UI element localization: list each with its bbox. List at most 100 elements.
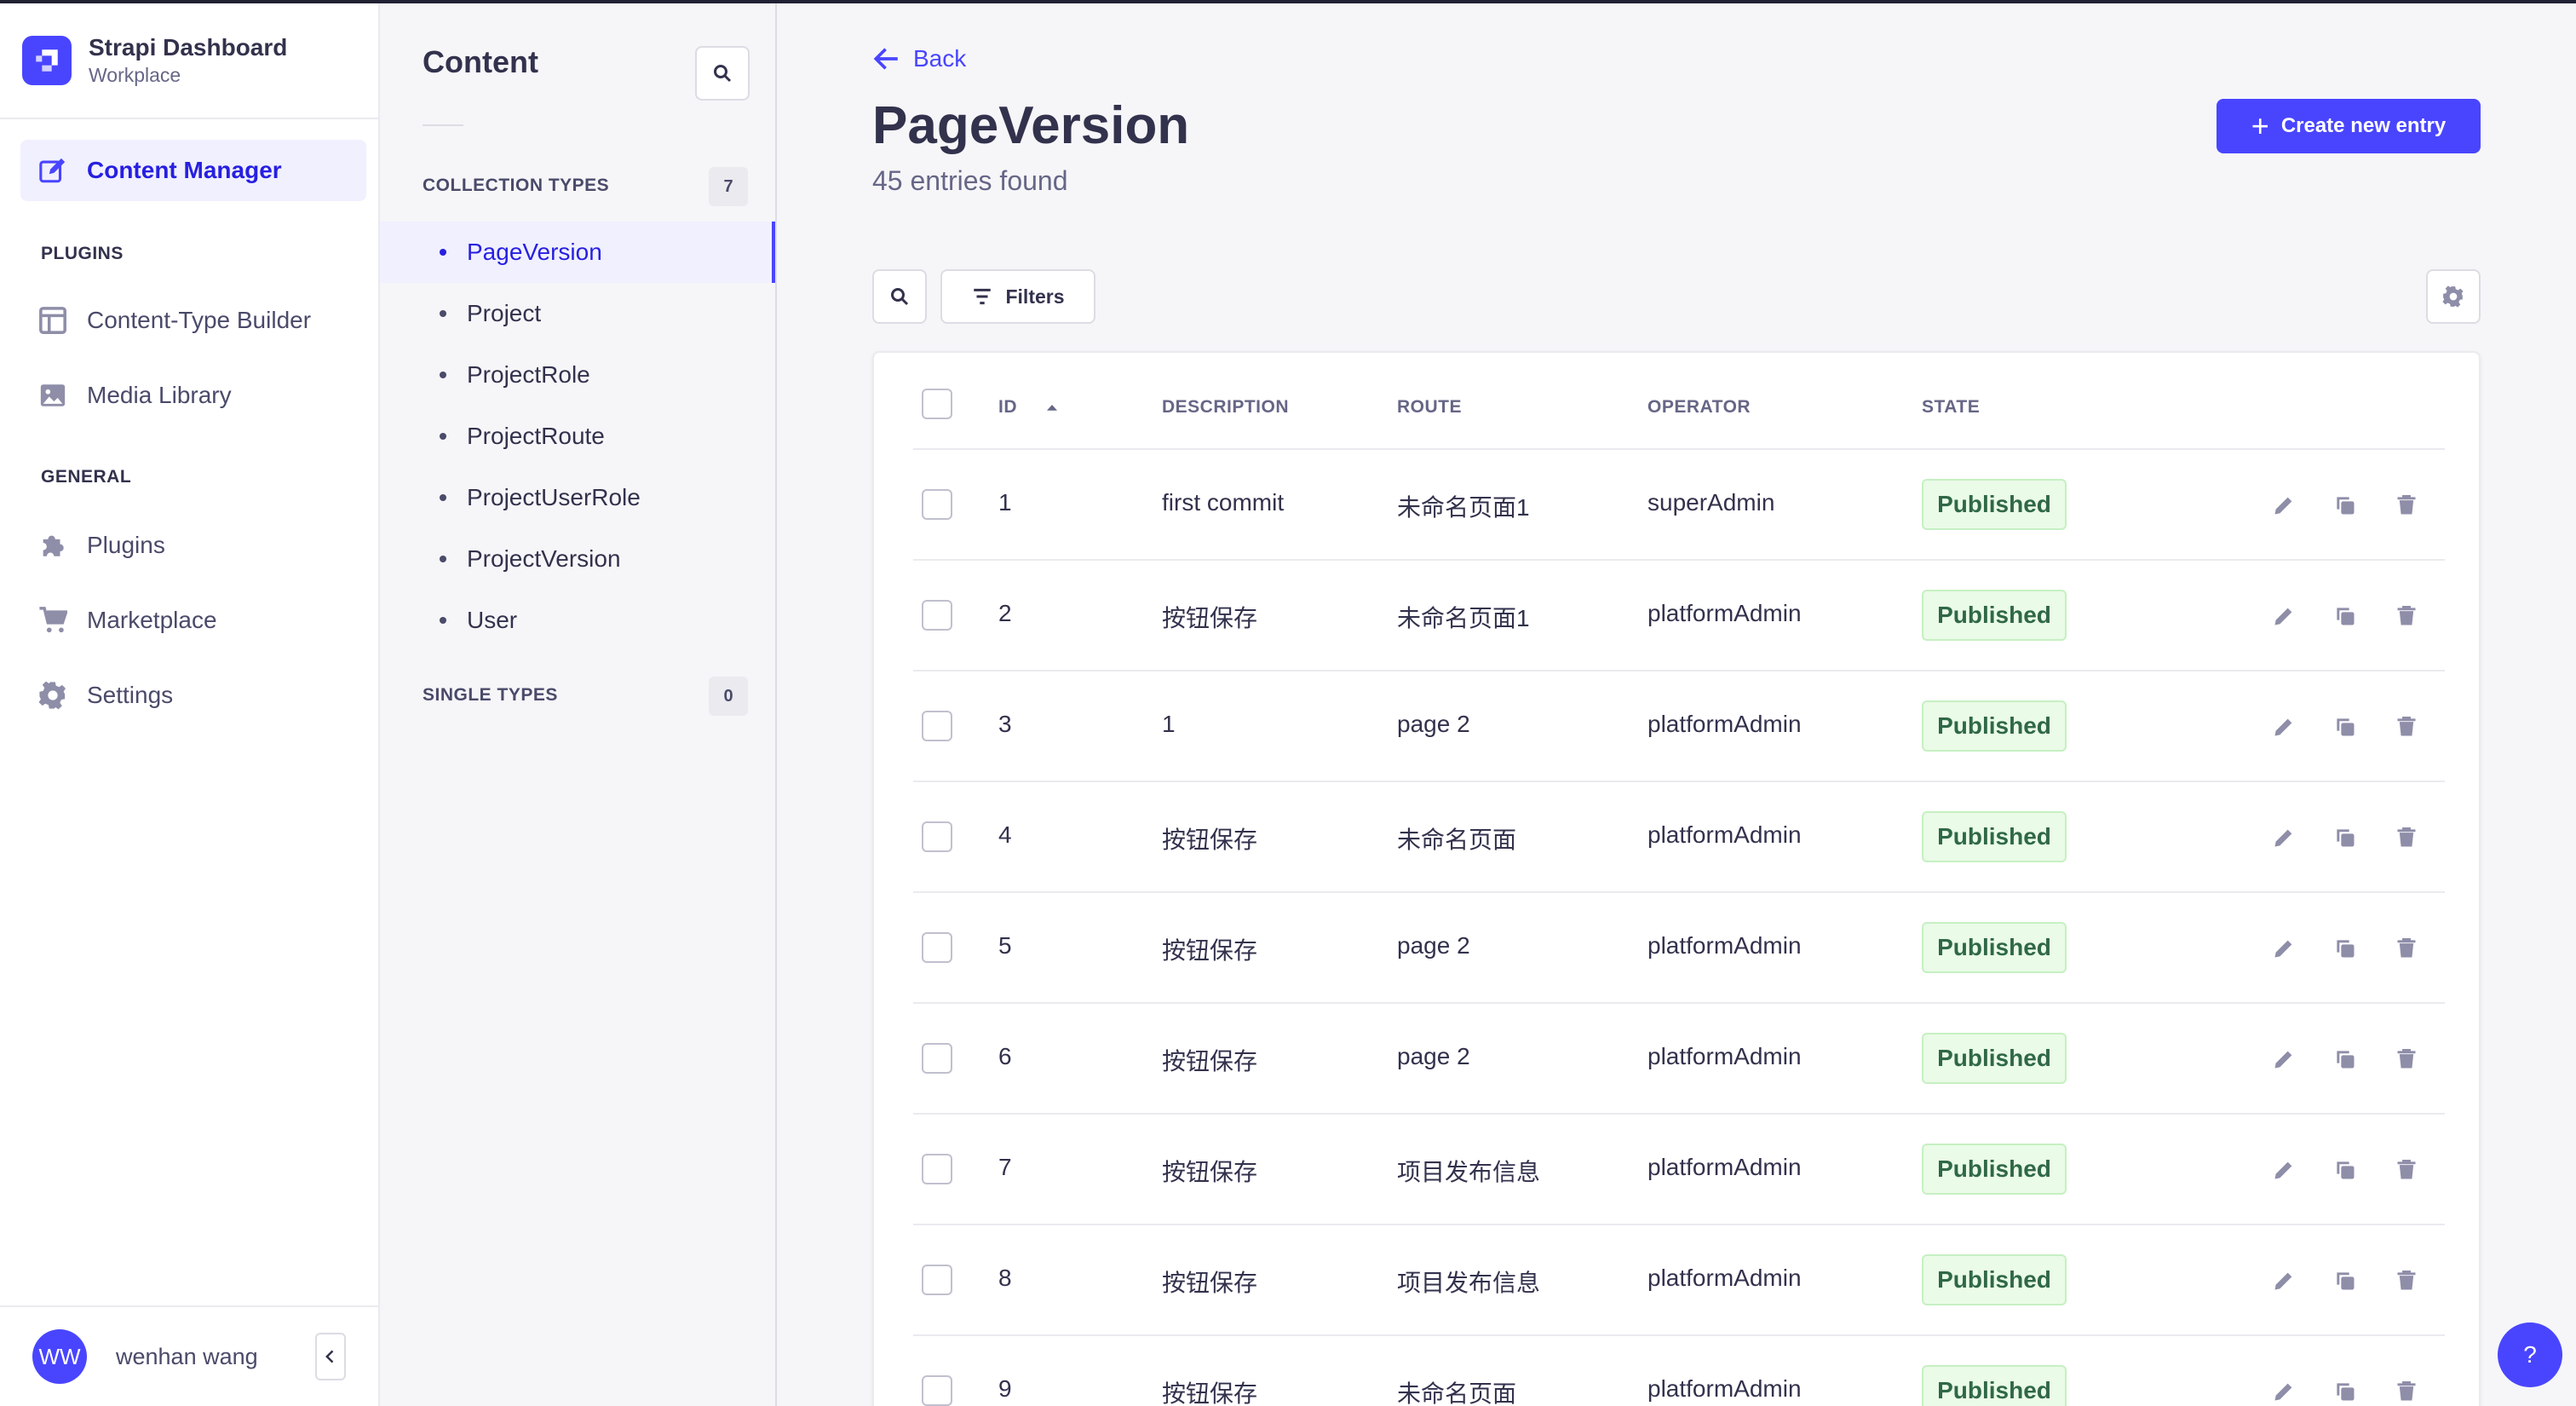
table-row[interactable]: 4 按钮保存 未命名页面 platformAdmin Published xyxy=(913,781,2445,891)
brand-subtitle: Workplace xyxy=(89,64,181,86)
subnav-item-project[interactable]: Project xyxy=(380,283,775,344)
row-checkbox[interactable] xyxy=(922,711,952,741)
row-checkbox[interactable] xyxy=(922,821,952,852)
bullet-icon xyxy=(440,372,446,378)
cell-id: 6 xyxy=(998,1043,1012,1069)
cell-operator: platformAdmin xyxy=(1647,1375,1802,1402)
edit-icon[interactable] xyxy=(2269,1045,2298,1074)
status-badge: Published xyxy=(1922,811,2067,862)
avatar[interactable]: WW xyxy=(32,1329,87,1384)
cell-description: 按钮保存 xyxy=(1162,1048,1258,1075)
nav-content-manager-label: Content Manager xyxy=(87,157,282,183)
duplicate-icon[interactable] xyxy=(2331,1266,2360,1295)
layout-icon xyxy=(37,305,68,336)
puzzle-icon xyxy=(37,530,68,561)
row-checkbox[interactable] xyxy=(922,1043,952,1074)
edit-icon[interactable] xyxy=(2269,712,2298,741)
row-checkbox[interactable] xyxy=(922,489,952,520)
gear-icon xyxy=(2442,285,2464,308)
row-checkbox[interactable] xyxy=(922,1375,952,1406)
table-row[interactable]: 3 1 page 2 platformAdmin Published xyxy=(913,670,2445,781)
edit-icon[interactable] xyxy=(2269,1266,2298,1295)
table-row[interactable]: 9 按钮保存 未命名页面 platformAdmin Published xyxy=(913,1334,2445,1406)
subnav-item-projectversion[interactable]: ProjectVersion xyxy=(380,528,775,590)
table-row[interactable]: 8 按钮保存 项目发布信息 platformAdmin Published xyxy=(913,1224,2445,1334)
main-navigation: Strapi Dashboard Workplace Content Manag… xyxy=(0,3,380,1406)
nav-marketplace[interactable]: Marketplace xyxy=(20,590,366,651)
delete-icon[interactable] xyxy=(2392,712,2421,741)
column-header-route[interactable]: ROUTE xyxy=(1397,397,1462,418)
cell-route: 未命名页面 xyxy=(1397,827,1517,853)
duplicate-icon[interactable] xyxy=(2331,712,2360,741)
select-all-checkbox[interactable] xyxy=(922,389,952,419)
subnav-item-projectroute[interactable]: ProjectRoute xyxy=(380,406,775,467)
status-badge: Published xyxy=(1922,700,2067,752)
edit-icon[interactable] xyxy=(2269,1377,2298,1406)
cell-operator: superAdmin xyxy=(1647,489,1775,516)
cell-id: 2 xyxy=(998,600,1012,626)
create-new-entry-button[interactable]: + Create new entry xyxy=(2217,99,2481,153)
edit-icon[interactable] xyxy=(2269,491,2298,520)
plugins-heading: PLUGINS xyxy=(41,244,124,263)
cell-id: 3 xyxy=(998,711,1012,737)
filters-button[interactable]: Filters xyxy=(940,269,1095,324)
subnav-item-projectrole[interactable]: ProjectRole xyxy=(380,344,775,406)
duplicate-icon[interactable] xyxy=(2331,823,2360,852)
delete-icon[interactable] xyxy=(2392,1377,2421,1406)
delete-icon[interactable] xyxy=(2392,1045,2421,1074)
image-icon xyxy=(37,380,68,411)
user-name: wenhan wang xyxy=(116,1343,258,1369)
delete-icon[interactable] xyxy=(2392,1155,2421,1184)
column-header-description[interactable]: DESCRIPTION xyxy=(1162,397,1289,418)
table-row[interactable]: 5 按钮保存 page 2 platformAdmin Published xyxy=(913,891,2445,1002)
nav-content-type-builder[interactable]: Content-Type Builder xyxy=(20,290,366,351)
cell-id: 4 xyxy=(998,821,1012,848)
nav-plugins[interactable]: Plugins xyxy=(20,515,366,576)
delete-icon[interactable] xyxy=(2392,823,2421,852)
subnav-item-user[interactable]: User xyxy=(380,590,775,651)
delete-icon[interactable] xyxy=(2392,934,2421,963)
table-row[interactable]: 1 first commit 未命名页面1 superAdmin Published xyxy=(913,448,2445,559)
entries-table: ID DESCRIPTION ROUTE OPERATOR STATE 1 fir… xyxy=(872,351,2481,1406)
table-settings-button[interactable] xyxy=(2426,269,2481,324)
column-header-id[interactable]: ID xyxy=(998,397,1060,418)
edit-icon[interactable] xyxy=(2269,934,2298,963)
edit-icon[interactable] xyxy=(2269,1155,2298,1184)
duplicate-icon[interactable] xyxy=(2331,934,2360,963)
table-row[interactable]: 2 按钮保存 未命名页面1 platformAdmin Published xyxy=(913,559,2445,670)
edit-icon[interactable] xyxy=(2269,602,2298,631)
create-new-entry-label: Create new entry xyxy=(2280,114,2447,137)
column-header-operator[interactable]: OPERATOR xyxy=(1647,397,1751,418)
subnav-search-button[interactable] xyxy=(695,46,750,101)
duplicate-icon[interactable] xyxy=(2331,491,2360,520)
help-button[interactable]: ? xyxy=(2498,1322,2562,1387)
back-link[interactable]: Back xyxy=(872,44,966,73)
nav-content-manager[interactable]: Content Manager xyxy=(20,140,366,201)
arrow-left-icon xyxy=(873,48,898,70)
general-heading: GENERAL xyxy=(41,467,132,487)
row-checkbox[interactable] xyxy=(922,1154,952,1184)
row-checkbox[interactable] xyxy=(922,932,952,963)
delete-icon[interactable] xyxy=(2392,491,2421,520)
duplicate-icon[interactable] xyxy=(2331,602,2360,631)
duplicate-icon[interactable] xyxy=(2331,1045,2360,1074)
bullet-icon xyxy=(440,310,446,317)
row-checkbox[interactable] xyxy=(922,1265,952,1295)
nav-media-library[interactable]: Media Library xyxy=(20,365,366,426)
subnav-item-projectuserrole[interactable]: ProjectUserRole xyxy=(380,467,775,528)
subnav-item-label: ProjectUserRole xyxy=(467,484,641,510)
column-header-state[interactable]: STATE xyxy=(1922,397,1980,418)
cell-id: 7 xyxy=(998,1154,1012,1180)
table-search-button[interactable] xyxy=(872,269,927,324)
duplicate-icon[interactable] xyxy=(2331,1377,2360,1406)
duplicate-icon[interactable] xyxy=(2331,1155,2360,1184)
table-row[interactable]: 7 按钮保存 项目发布信息 platformAdmin Published xyxy=(913,1113,2445,1224)
collapse-nav-button[interactable] xyxy=(315,1333,346,1380)
subnav-item-pageversion[interactable]: PageVersion xyxy=(380,222,775,283)
edit-icon[interactable] xyxy=(2269,823,2298,852)
nav-settings[interactable]: Settings xyxy=(20,665,366,726)
delete-icon[interactable] xyxy=(2392,1266,2421,1295)
row-checkbox[interactable] xyxy=(922,600,952,631)
delete-icon[interactable] xyxy=(2392,602,2421,631)
table-row[interactable]: 6 按钮保存 page 2 platformAdmin Published xyxy=(913,1002,2445,1113)
